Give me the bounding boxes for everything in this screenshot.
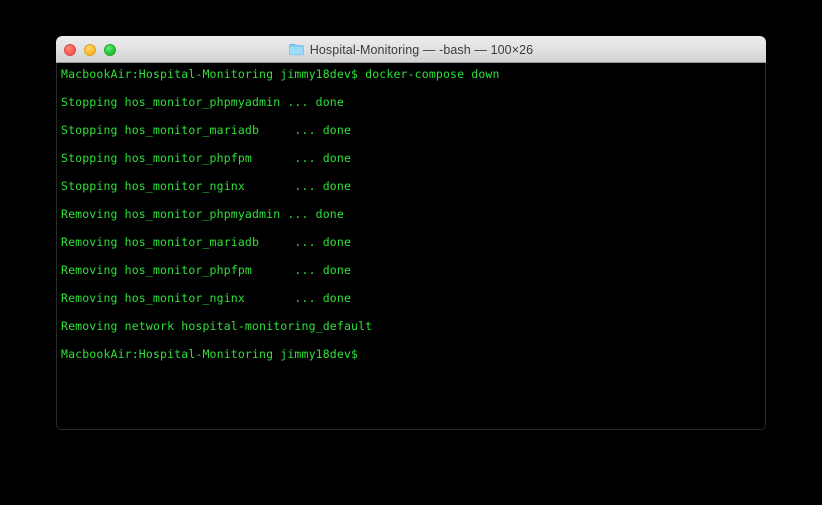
terminal-screen[interactable]: MacbookAir:Hospital-Monitoring jimmy18de… — [56, 63, 766, 430]
window-controls — [64, 37, 116, 62]
terminal-line: Removing hos_monitor_mariadb ... done — [61, 235, 352, 249]
terminal-output: MacbookAir:Hospital-Monitoring jimmy18de… — [61, 67, 765, 375]
terminal-line: Removing hos_monitor_phpfpm ... done — [61, 263, 352, 277]
terminal-line: Stopping hos_monitor_phpfpm ... done — [61, 151, 352, 165]
terminal-line: Stopping hos_monitor_phpmyadmin ... done — [61, 95, 344, 109]
window-title-text: Hospital-Monitoring — -bash — 100×26 — [309, 42, 534, 57]
folder-icon — [289, 44, 304, 56]
minimize-button[interactable] — [84, 43, 96, 56]
terminal-line: Removing network hospital-monitoring_def… — [61, 319, 373, 333]
terminal-line: Removing hos_monitor_phpmyadmin ... done — [61, 207, 344, 221]
close-button[interactable] — [64, 43, 76, 56]
terminal-line: Removing hos_monitor_nginx ... done — [61, 291, 352, 305]
terminal-line: MacbookAir:Hospital-Monitoring jimmy18de… — [61, 347, 359, 361]
window-title-bar[interactable]: Hospital-Monitoring — -bash — 100×26 — [56, 36, 766, 63]
terminal-line: MacbookAir:Hospital-Monitoring jimmy18de… — [61, 67, 500, 81]
zoom-button[interactable] — [104, 43, 116, 56]
terminal-line: Stopping hos_monitor_nginx ... done — [61, 179, 352, 193]
terminal-window[interactable]: Hospital-Monitoring — -bash — 100×26 Mac… — [56, 36, 766, 430]
window-title-group: Hospital-Monitoring — -bash — 100×26 — [56, 37, 766, 62]
terminal-line: Stopping hos_monitor_mariadb ... done — [61, 123, 352, 137]
